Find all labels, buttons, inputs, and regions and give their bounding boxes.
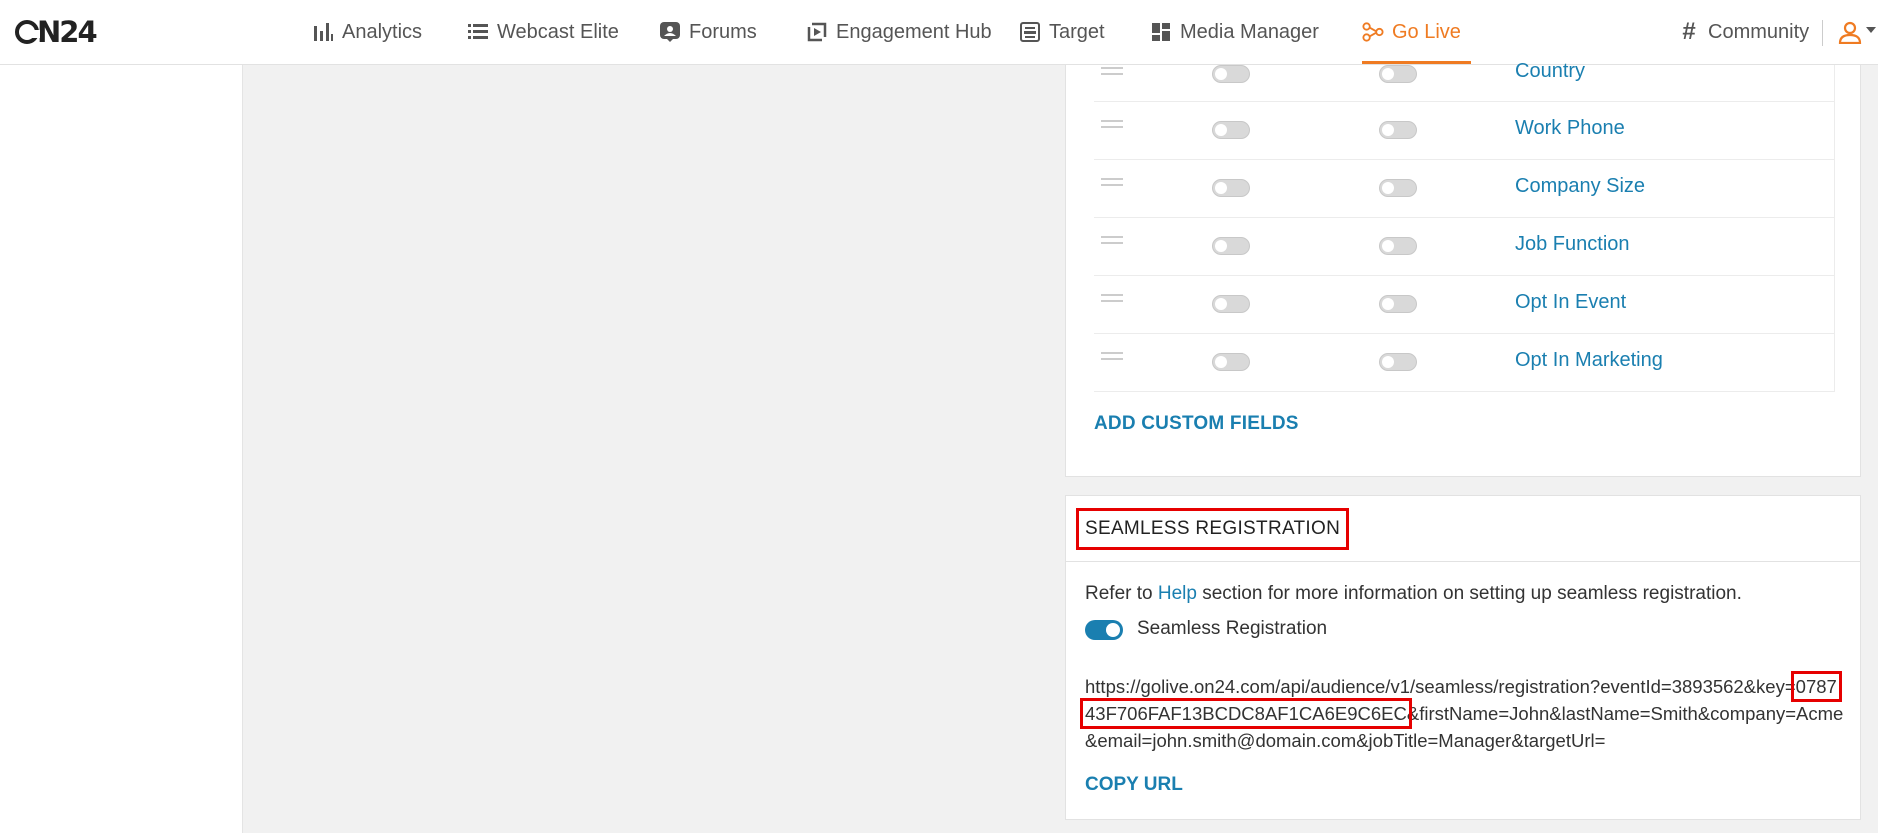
add-custom-fields-button[interactable]: ADD CUSTOM FIELDS [1094, 413, 1299, 435]
nav-webcast-elite[interactable]: Webcast Elite [467, 0, 619, 64]
field-toggle-required[interactable] [1212, 237, 1250, 255]
field-toggle-required[interactable] [1212, 295, 1250, 313]
seamless-registration-toggle[interactable] [1085, 620, 1123, 640]
field-label[interactable]: Job Function [1515, 233, 1630, 256]
help-link[interactable]: Help [1158, 583, 1197, 604]
field-toggle-required[interactable] [1212, 353, 1250, 371]
drag-handle-icon[interactable] [1101, 178, 1123, 186]
nav-analytics[interactable]: Analytics [312, 0, 422, 64]
field-row: Opt In Marketing [1094, 334, 1835, 392]
url-prefix: https://golive.on24.com/api/audience/v1/… [1085, 676, 1796, 697]
field-toggle-required[interactable] [1212, 65, 1250, 83]
drag-handle-icon[interactable] [1101, 236, 1123, 244]
logo-text: N24 [37, 15, 98, 49]
field-row: Opt In Event [1094, 276, 1835, 334]
nav-divider [1822, 20, 1823, 46]
fields-list: Country Work Phone Company Size Job Func… [1094, 60, 1835, 392]
field-row: Job Function [1094, 218, 1835, 276]
field-label[interactable]: Opt In Event [1515, 291, 1626, 314]
nav-community-label: Community [1708, 20, 1810, 43]
drag-handle-icon[interactable] [1101, 294, 1123, 302]
bar-chart-icon [312, 21, 334, 43]
nav-media-manager-label: Media Manager [1180, 20, 1319, 43]
field-toggle-visible[interactable] [1379, 295, 1417, 313]
hub-icon [806, 21, 828, 43]
nav-engagement-hub[interactable]: Engagement Hub [806, 0, 992, 64]
forum-icon [659, 21, 681, 43]
nav-engagement-hub-label: Engagement Hub [836, 20, 992, 43]
on24-logo[interactable]: N24 [15, 15, 98, 49]
field-label[interactable]: Company Size [1515, 175, 1645, 198]
nav-go-live-label: Go Live [1392, 20, 1461, 43]
drag-handle-icon[interactable] [1101, 120, 1123, 128]
nav-forums[interactable]: Forums [659, 0, 757, 64]
nav-webcast-elite-label: Webcast Elite [497, 20, 619, 43]
seamless-url: https://golive.on24.com/api/audience/v1/… [1080, 671, 1845, 754]
field-label[interactable]: Country [1515, 60, 1585, 83]
target-icon [1019, 21, 1041, 43]
seamless-registration-title: SEAMLESS REGISTRATION [1076, 508, 1350, 550]
nav-media-manager[interactable]: Media Manager [1150, 0, 1319, 64]
seamless-registration-card: SEAMLESS REGISTRATION Refer to Help sect… [1065, 495, 1861, 820]
nav-community[interactable]: # Community [1678, 0, 1809, 64]
field-toggle-visible[interactable] [1379, 121, 1417, 139]
card-header: SEAMLESS REGISTRATION [1066, 496, 1860, 562]
user-account-icon[interactable] [1838, 20, 1864, 46]
nav-target-label: Target [1049, 20, 1105, 43]
nav-forums-label: Forums [689, 20, 757, 43]
field-row: Country [1094, 60, 1835, 102]
field-toggle-required[interactable] [1212, 121, 1250, 139]
field-row: Company Size [1094, 160, 1835, 218]
field-toggle-required[interactable] [1212, 179, 1250, 197]
drag-handle-icon[interactable] [1101, 352, 1123, 360]
field-row: Work Phone [1094, 102, 1835, 160]
field-label[interactable]: Work Phone [1515, 117, 1625, 140]
field-toggle-visible[interactable] [1379, 179, 1417, 197]
top-nav: N24 Analytics Webcast Elite Forums Engag… [0, 0, 1878, 65]
copy-url-button[interactable]: COPY URL [1085, 774, 1183, 796]
logo-ring [15, 20, 40, 44]
seamless-registration-toggle-label: Seamless Registration [1137, 618, 1328, 639]
nav-analytics-label: Analytics [342, 20, 423, 43]
field-label[interactable]: Opt In Marketing [1515, 349, 1663, 372]
nav-target[interactable]: Target [1019, 0, 1105, 64]
help-text: Refer to Help section for more informati… [1085, 583, 1742, 605]
hash-icon: # [1682, 18, 1696, 45]
help-suffix: section for more information on setting … [1196, 583, 1742, 604]
grid-icon [1150, 21, 1172, 43]
chevron-down-icon[interactable] [1866, 27, 1876, 33]
registration-fields-card: Country Work Phone Company Size Job Func… [1065, 60, 1861, 477]
field-toggle-visible[interactable] [1379, 65, 1417, 83]
list-icon [467, 21, 489, 43]
go-live-icon [1362, 21, 1384, 43]
drag-handle-icon[interactable] [1101, 67, 1123, 75]
nav-go-live[interactable]: Go Live [1362, 0, 1471, 64]
field-toggle-visible[interactable] [1379, 237, 1417, 255]
field-toggle-visible[interactable] [1379, 353, 1417, 371]
help-prefix: Refer to [1085, 583, 1158, 604]
